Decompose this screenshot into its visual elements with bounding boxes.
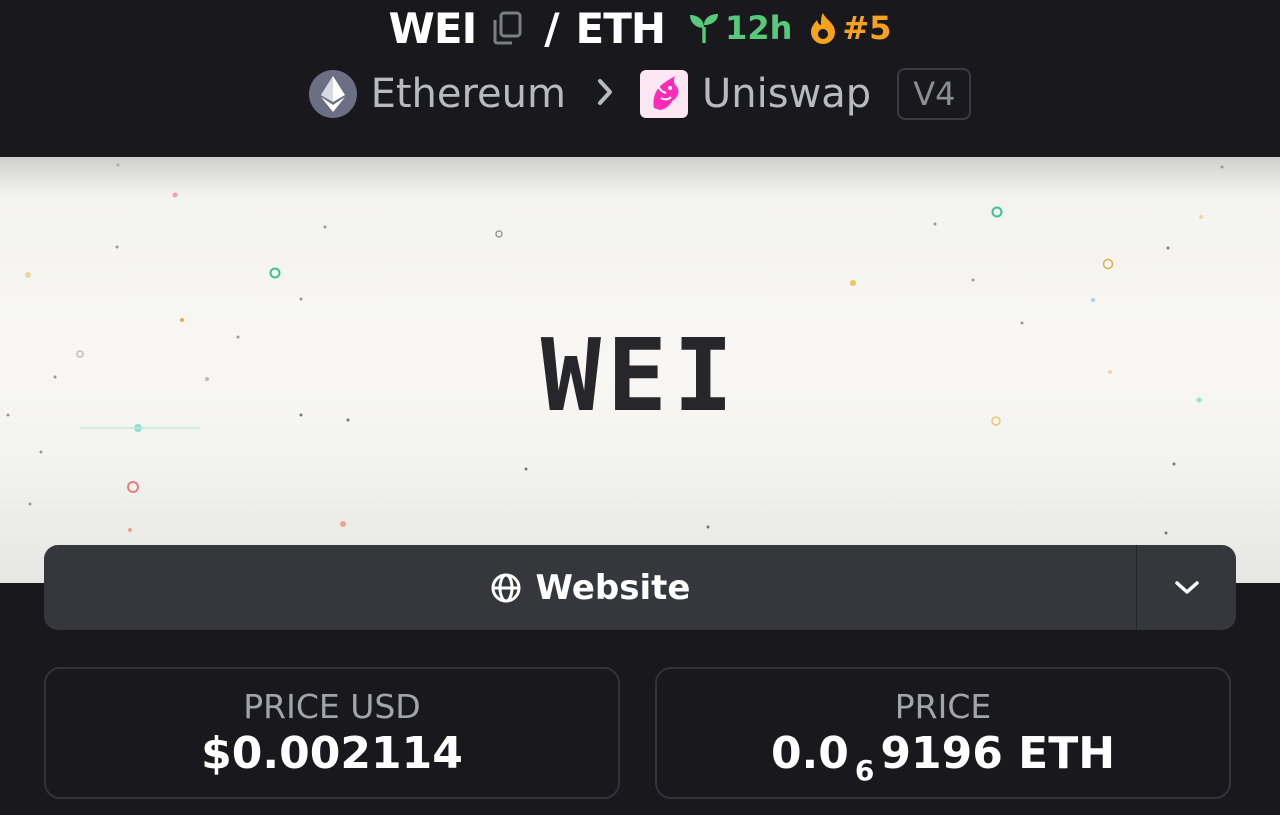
chain-dex-row: Ethereum Uniswap V4: [0, 64, 1280, 124]
website-button[interactable]: Website: [44, 545, 1136, 630]
base-token-symbol: WEI: [388, 3, 478, 53]
website-button-label: Website: [535, 567, 691, 608]
price-native-value: 0.0 6 9196 ETH: [657, 728, 1229, 787]
banner-token-name: WEI: [540, 317, 740, 434]
pair-header: WEI / ETH 12h #5 Ethereum Uniswap V4: [0, 0, 1280, 157]
price-native-rest: 9196 ETH: [880, 728, 1116, 779]
more-links-button[interactable]: [1136, 545, 1236, 630]
pair-title-row: WEI / ETH 12h #5: [0, 0, 1280, 56]
price-native-label: PRICE: [894, 687, 992, 726]
trending-rank-text: #5: [842, 9, 892, 47]
seedling-icon: [690, 14, 719, 43]
price-usd-value: $0.002114: [201, 728, 463, 779]
price-native-zero-count: 6: [854, 754, 875, 787]
ethereum-logo: [308, 70, 357, 118]
quote-token-symbol: ETH: [575, 3, 666, 53]
chevron-right-icon: [596, 71, 614, 117]
pair-age-badge: 12h: [687, 9, 792, 47]
uniswap-logo: [639, 70, 688, 118]
price-usd-card: PRICE USD $0.002114: [44, 667, 620, 799]
price-native-card: PRICE 0.0 6 9196 ETH: [655, 667, 1231, 799]
fire-icon: [811, 13, 836, 44]
token-banner: WEI: [0, 157, 1280, 583]
chevron-down-icon: [1174, 580, 1199, 594]
pair-age-text: 12h: [725, 9, 793, 47]
trending-rank-badge: #5: [808, 9, 891, 47]
price-native-prefix: 0.0: [770, 728, 849, 779]
links-bar: Website: [44, 545, 1236, 630]
chain-link[interactable]: Ethereum: [371, 71, 566, 117]
dex-link[interactable]: Uniswap: [702, 71, 871, 117]
dex-version-badge: V4: [897, 68, 972, 120]
globe-icon: [491, 573, 521, 602]
copy-icon[interactable]: [490, 10, 524, 46]
price-usd-label: PRICE USD: [243, 687, 421, 726]
pair-separator: /: [544, 3, 560, 53]
